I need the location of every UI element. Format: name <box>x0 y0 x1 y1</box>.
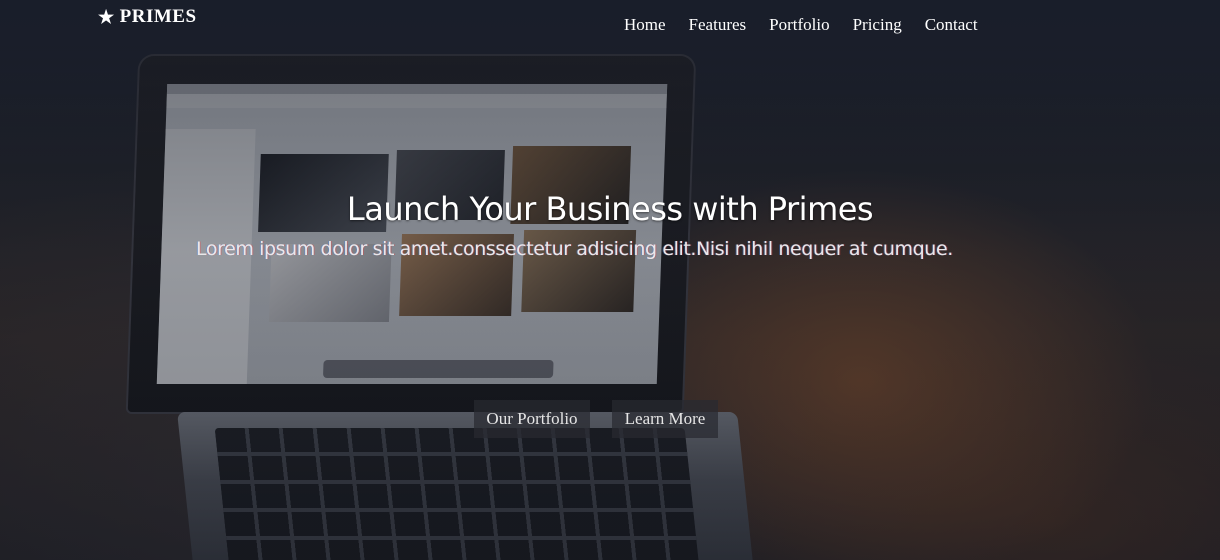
nav-item-features[interactable]: Features <box>689 15 747 35</box>
nav-item-portfolio[interactable]: Portfolio <box>769 15 829 35</box>
main-nav: Home Features Portfolio Pricing Contact <box>624 15 1001 35</box>
hero-section: ★ PRIMES Home Features Portfolio Pricing… <box>0 0 1220 560</box>
brand-logo[interactable]: ★ PRIMES <box>98 6 197 28</box>
learn-more-button[interactable]: Learn More <box>612 400 718 438</box>
hero-headline: Launch Your Business with Primes <box>346 190 874 228</box>
brand-name: PRIMES <box>119 6 197 27</box>
hero-subtitle: Lorem ipsum dolor sit amet.conssectetur … <box>196 238 953 260</box>
our-portfolio-button[interactable]: Our Portfolio <box>474 400 590 438</box>
dark-overlay <box>0 0 1220 560</box>
nav-item-pricing[interactable]: Pricing <box>853 15 902 35</box>
nav-item-contact[interactable]: Contact <box>925 15 978 35</box>
nav-item-home[interactable]: Home <box>624 15 666 35</box>
star-icon: ★ <box>98 6 115 27</box>
